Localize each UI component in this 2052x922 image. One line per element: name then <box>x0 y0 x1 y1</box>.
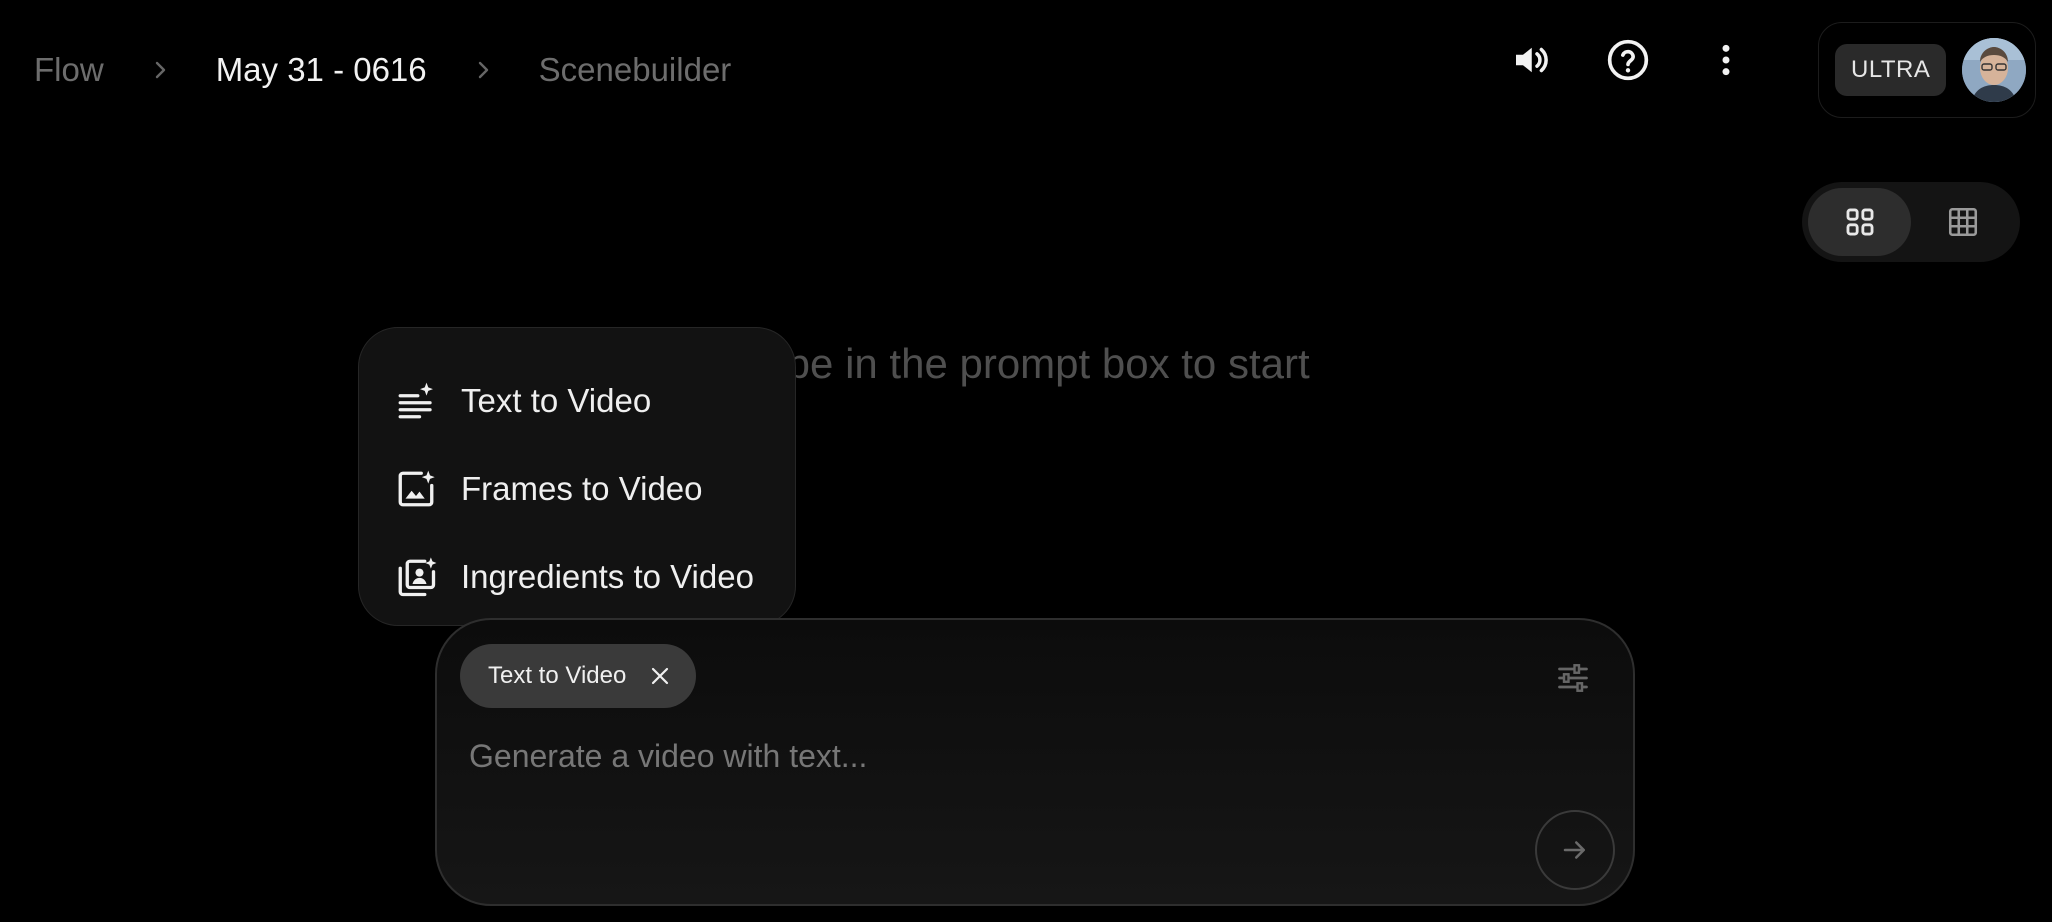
breadcrumb-scenebuilder[interactable]: Scenebuilder <box>539 51 732 89</box>
chevron-right-icon <box>138 48 182 92</box>
grid-large-icon[interactable] <box>1808 188 1911 256</box>
arrow-right-icon <box>1563 841 1585 859</box>
more-vert-icon[interactable] <box>1700 34 1752 86</box>
chevron-right-icon <box>461 48 505 92</box>
mode-menu: Text to Video Frames to Video Ingredient… <box>358 327 796 626</box>
header-actions <box>1504 34 1752 86</box>
empty-state-hint: Type in the prompt box to start <box>742 340 1310 387</box>
prompt-box: Text to Video <box>435 618 1635 906</box>
breadcrumb-project[interactable]: May 31 - 0616 <box>216 51 427 89</box>
menu-item-text-to-video[interactable]: Text to Video <box>359 357 795 445</box>
tune-icon[interactable] <box>1551 656 1595 700</box>
avatar[interactable] <box>1962 38 2027 102</box>
app-root: Flow May 31 - 0616 Scenebuilder ULTRA Ty… <box>0 0 2052 922</box>
breadcrumb-flow[interactable]: Flow <box>34 51 104 89</box>
account-menu[interactable]: ULTRA <box>1818 22 2036 118</box>
grid-small-icon[interactable] <box>1911 188 2014 256</box>
mode-chip-label: Text to Video <box>488 662 627 689</box>
send-button[interactable] <box>1535 810 1615 890</box>
tier-badge: ULTRA <box>1835 44 1947 96</box>
mode-chip[interactable]: Text to Video <box>460 644 697 708</box>
menu-item-ingredients-to-video[interactable]: Ingredients to Video <box>359 533 795 621</box>
ingredients-sparkle-icon <box>393 554 439 600</box>
close-icon[interactable] <box>644 660 676 692</box>
menu-item-label: Text to Video <box>461 382 652 419</box>
menu-item-label: Ingredients to Video <box>461 558 754 595</box>
breadcrumb: Flow May 31 - 0616 Scenebuilder <box>34 48 731 92</box>
help-icon[interactable] <box>1602 34 1654 86</box>
menu-item-frames-to-video[interactable]: Frames to Video <box>359 445 795 533</box>
prompt-input[interactable] <box>467 728 1467 784</box>
volume-icon[interactable] <box>1504 34 1556 86</box>
text-sparkle-icon <box>393 378 439 424</box>
image-sparkle-icon <box>393 466 439 512</box>
menu-item-label: Frames to Video <box>461 470 703 507</box>
view-toggle <box>1802 182 2020 262</box>
